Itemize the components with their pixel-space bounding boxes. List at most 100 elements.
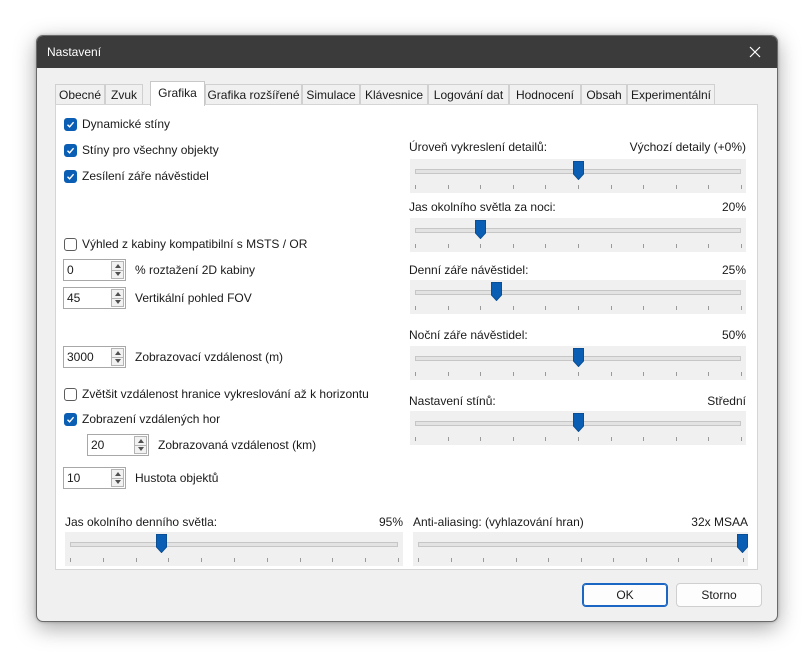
shadow-setting-slider[interactable] [410, 411, 746, 445]
signal-glow-checkbox[interactable]: Zesílení záře návěstidel [64, 168, 209, 184]
slider-tick [741, 244, 742, 248]
slider-value: 50% [721, 328, 746, 342]
slider-tick [643, 306, 644, 310]
slider-tick [711, 558, 712, 562]
slider-tick [451, 558, 452, 562]
day-signal-glow-slider[interactable] [410, 280, 746, 314]
slider-tick [480, 437, 481, 441]
tab-klavesnice[interactable]: Klávesnice [360, 84, 428, 104]
spinner-label: % roztažení 2D kabiny [135, 263, 256, 277]
slider-thumb[interactable] [572, 413, 584, 433]
slider-tick [415, 372, 416, 376]
object-density-input[interactable] [64, 468, 109, 488]
slider-ticks [415, 372, 742, 376]
slider-track[interactable] [70, 542, 398, 547]
checkbox-box [64, 237, 77, 251]
spin-up-button[interactable] [111, 289, 124, 299]
slider-track[interactable] [415, 228, 741, 233]
fov-input[interactable] [64, 288, 109, 308]
shadows-all-checkbox[interactable]: Stíny pro všechny objekty [64, 142, 219, 158]
tab-obsah[interactable]: Obsah [581, 84, 627, 104]
slider-tick [611, 306, 612, 310]
slider-tick [676, 437, 677, 441]
checkbox-box [64, 169, 77, 183]
distant-mountains-checkbox[interactable]: Zobrazení vzdálených hor [64, 411, 220, 427]
cancel-button[interactable]: Storno [676, 583, 762, 607]
cab-msts-checkbox[interactable]: Výhled z kabiny kompatibilní s MSTS / OR [64, 236, 307, 252]
dynamic-shadows-checkbox[interactable]: Dynamické stíny [64, 116, 170, 132]
spin-down-button[interactable] [134, 445, 147, 454]
tab-simulace[interactable]: Simulace [302, 84, 360, 104]
view-distance-input[interactable] [64, 347, 109, 367]
slider-thumb[interactable] [491, 282, 502, 302]
night-ambient-slider[interactable] [410, 218, 746, 252]
slider-tick [545, 437, 546, 441]
slider-tick [201, 558, 202, 562]
slider-tick [168, 558, 169, 562]
arrow-down-icon [114, 480, 121, 485]
spin-down-button[interactable] [111, 270, 124, 279]
slider-track[interactable] [415, 290, 741, 295]
slider-thumb[interactable] [572, 161, 584, 181]
check-icon [67, 147, 75, 154]
mountain-distance-spinner: Zobrazovaná vzdálenost (km) [87, 434, 316, 456]
spin-down-button[interactable] [111, 357, 124, 366]
spin-up-button[interactable] [111, 469, 124, 479]
check-icon [67, 416, 75, 423]
slider-label: Denní záře návěstidel: [409, 263, 529, 277]
tab-logovani-dat[interactable]: Logování dat [428, 84, 509, 104]
cab-stretch-input[interactable] [64, 260, 109, 280]
checkbox-label: Výhled z kabiny kompatibilní s MSTS / OR [82, 237, 308, 251]
slider-tick [708, 306, 709, 310]
spin-down-button[interactable] [111, 298, 124, 307]
slider-ticks [70, 558, 399, 562]
slider-thumb[interactable] [156, 534, 168, 554]
slider-tick [103, 558, 104, 562]
slider-tick [545, 244, 546, 248]
day-ambient-slider[interactable] [65, 532, 403, 566]
night-ambient-header: Jas okolního světla za noci: 20% [409, 200, 746, 216]
tab-grafika[interactable]: Grafika [150, 81, 205, 106]
title-bar: Nastavení [37, 36, 777, 68]
spin-up-button[interactable] [111, 348, 124, 358]
checkbox-box [64, 387, 77, 401]
slider-thumb[interactable] [572, 348, 584, 368]
slider-tick [578, 185, 579, 189]
mountain-distance-input[interactable] [88, 435, 132, 455]
checkbox-label: Zvětšit vzdálenost hranice vykreslování … [82, 387, 369, 401]
tab-obecne[interactable]: Obecné [55, 84, 105, 104]
spin-up-button[interactable] [111, 261, 124, 271]
tab-grafika-rozsirene[interactable]: Grafika rozšířené [205, 84, 302, 104]
slider-tick [513, 185, 514, 189]
arrow-up-icon [114, 471, 121, 476]
slider-tick [676, 372, 677, 376]
slider-tick [480, 244, 481, 248]
arrow-up-icon [114, 291, 121, 296]
antialiasing-slider[interactable] [413, 532, 748, 566]
extend-horizon-checkbox[interactable]: Zvětšit vzdálenost hranice vykreslování … [64, 386, 369, 402]
slider-tick [708, 185, 709, 189]
slider-value: Výchozí detaily (+0%) [629, 140, 746, 154]
slider-tick [545, 306, 546, 310]
slider-thumb[interactable] [737, 534, 748, 554]
tab-hodnoceni[interactable]: Hodnocení [509, 84, 581, 104]
slider-tick [513, 372, 514, 376]
detail-level-slider[interactable] [410, 159, 746, 193]
night-signal-glow-slider[interactable] [410, 346, 746, 380]
shadow-setting-header: Nastavení stínů: Střední [409, 394, 746, 410]
ok-button[interactable]: OK [582, 583, 668, 607]
check-icon [67, 121, 75, 128]
spin-down-button[interactable] [111, 478, 124, 487]
slider-track[interactable] [418, 542, 743, 547]
slider-thumb[interactable] [474, 220, 486, 240]
tab-zvuk[interactable]: Zvuk [105, 84, 143, 104]
slider-label: Anti-aliasing: (vyhlazování hran) [413, 515, 584, 529]
close-button[interactable] [733, 36, 777, 68]
check-icon [67, 173, 75, 180]
slider-tick [480, 372, 481, 376]
slider-tick [581, 558, 582, 562]
tab-experimentalni[interactable]: Experimentální [627, 84, 715, 104]
fov-spinner: Vertikální pohled FOV [63, 287, 252, 309]
slider-tick [300, 558, 301, 562]
spin-up-button[interactable] [134, 436, 147, 446]
